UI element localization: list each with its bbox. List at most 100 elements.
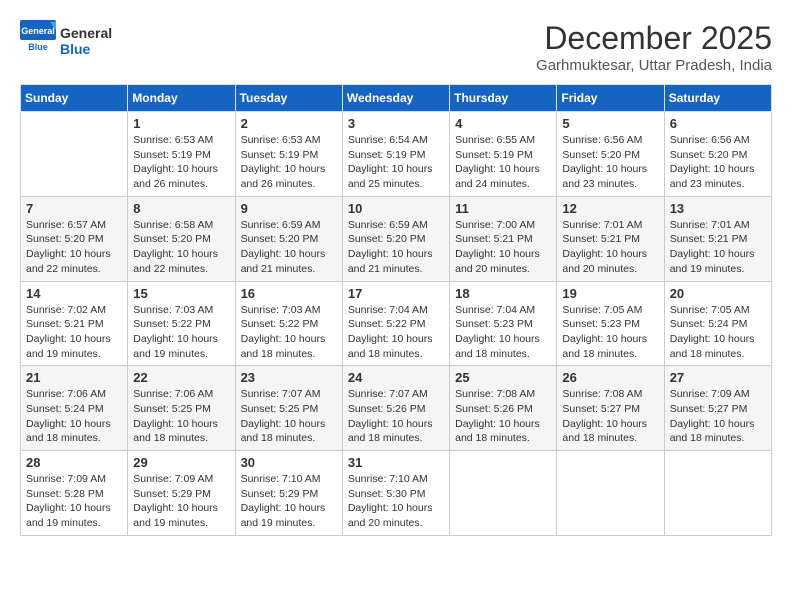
day-number: 6: [670, 116, 766, 131]
day-number: 27: [670, 370, 766, 385]
day-number: 3: [348, 116, 444, 131]
day-number: 22: [133, 370, 229, 385]
weekday-header-monday: Monday: [128, 85, 235, 112]
day-detail: Sunrise: 7:08 AM Sunset: 5:27 PM Dayligh…: [562, 387, 658, 446]
day-detail: Sunrise: 6:54 AM Sunset: 5:19 PM Dayligh…: [348, 133, 444, 192]
page-header: General Blue General Blue December 2025 …: [20, 20, 772, 74]
week-row-1: 1 Sunrise: 6:53 AM Sunset: 5:19 PM Daylig…: [21, 112, 772, 197]
day-number: 8: [133, 201, 229, 216]
day-detail: Sunrise: 6:57 AM Sunset: 5:20 PM Dayligh…: [26, 218, 122, 277]
day-number: 16: [241, 286, 337, 301]
day-detail: Sunrise: 7:01 AM Sunset: 5:21 PM Dayligh…: [562, 218, 658, 277]
day-number: 20: [670, 286, 766, 301]
calendar-cell: 2 Sunrise: 6:53 AM Sunset: 5:19 PM Daylig…: [235, 112, 342, 197]
day-number: 9: [241, 201, 337, 216]
calendar-cell: 26 Sunrise: 7:08 AM Sunset: 5:27 PM Dayli…: [557, 366, 664, 451]
calendar-cell: 25Sunrise: 7:08 AM Sunset: 5:26 PM Dayli…: [450, 366, 557, 451]
logo-general: General: [60, 25, 112, 41]
day-detail: Sunrise: 7:07 AM Sunset: 5:26 PM Dayligh…: [348, 387, 444, 446]
week-row-4: 21Sunrise: 7:06 AM Sunset: 5:24 PM Dayli…: [21, 366, 772, 451]
calendar-cell: 28Sunrise: 7:09 AM Sunset: 5:28 PM Dayli…: [21, 451, 128, 536]
day-detail: Sunrise: 7:06 AM Sunset: 5:25 PM Dayligh…: [133, 387, 229, 446]
day-detail: Sunrise: 7:03 AM Sunset: 5:22 PM Dayligh…: [241, 303, 337, 362]
calendar-table: SundayMondayTuesdayWednesdayThursdayFrid…: [20, 84, 772, 536]
calendar-cell: 29 Sunrise: 7:09 AM Sunset: 5:29 PM Dayli…: [128, 451, 235, 536]
day-number: 29: [133, 455, 229, 470]
day-number: 18: [455, 286, 551, 301]
day-detail: Sunrise: 6:53 AM Sunset: 5:19 PM Dayligh…: [241, 133, 337, 192]
calendar-cell: 21Sunrise: 7:06 AM Sunset: 5:24 PM Dayli…: [21, 366, 128, 451]
calendar-cell: [664, 451, 771, 536]
day-detail: Sunrise: 7:09 AM Sunset: 5:29 PM Dayligh…: [133, 472, 229, 531]
day-detail: Sunrise: 7:10 AM Sunset: 5:30 PM Dayligh…: [348, 472, 444, 531]
day-detail: Sunrise: 7:07 AM Sunset: 5:25 PM Dayligh…: [241, 387, 337, 446]
calendar-cell: 1 Sunrise: 6:53 AM Sunset: 5:19 PM Daylig…: [128, 112, 235, 197]
calendar-cell: 18 Sunrise: 7:04 AM Sunset: 5:23 PM Dayli…: [450, 281, 557, 366]
week-row-3: 14 Sunrise: 7:02 AM Sunset: 5:21 PM Dayli…: [21, 281, 772, 366]
calendar-cell: 30 Sunrise: 7:10 AM Sunset: 5:29 PM Dayli…: [235, 451, 342, 536]
location-subtitle: Garhmuktesar, Uttar Pradesh, India: [536, 57, 772, 74]
day-detail: Sunrise: 7:01 AM Sunset: 5:21 PM Dayligh…: [670, 218, 766, 277]
day-detail: Sunrise: 7:00 AM Sunset: 5:21 PM Dayligh…: [455, 218, 551, 277]
day-number: 15: [133, 286, 229, 301]
calendar-cell: 8Sunrise: 6:58 AM Sunset: 5:20 PM Daylig…: [128, 196, 235, 281]
logo-icon: General Blue: [20, 20, 56, 61]
day-number: 2: [241, 116, 337, 131]
calendar-cell: 5 Sunrise: 6:56 AM Sunset: 5:20 PM Daylig…: [557, 112, 664, 197]
calendar-cell: 20Sunrise: 7:05 AM Sunset: 5:24 PM Dayli…: [664, 281, 771, 366]
day-detail: Sunrise: 6:55 AM Sunset: 5:19 PM Dayligh…: [455, 133, 551, 192]
day-number: 5: [562, 116, 658, 131]
calendar-cell: 15 Sunrise: 7:03 AM Sunset: 5:22 PM Dayli…: [128, 281, 235, 366]
calendar-cell: [557, 451, 664, 536]
day-detail: Sunrise: 7:05 AM Sunset: 5:23 PM Dayligh…: [562, 303, 658, 362]
day-number: 7: [26, 201, 122, 216]
day-detail: Sunrise: 6:59 AM Sunset: 5:20 PM Dayligh…: [348, 218, 444, 277]
weekday-header-friday: Friday: [557, 85, 664, 112]
day-detail: Sunrise: 6:53 AM Sunset: 5:19 PM Dayligh…: [133, 133, 229, 192]
calendar-cell: 22 Sunrise: 7:06 AM Sunset: 5:25 PM Dayli…: [128, 366, 235, 451]
calendar-cell: 31Sunrise: 7:10 AM Sunset: 5:30 PM Dayli…: [342, 451, 449, 536]
calendar-cell: 10 Sunrise: 6:59 AM Sunset: 5:20 PM Dayli…: [342, 196, 449, 281]
calendar-cell: [21, 112, 128, 197]
weekday-header-thursday: Thursday: [450, 85, 557, 112]
day-number: 26: [562, 370, 658, 385]
week-row-2: 7 Sunrise: 6:57 AM Sunset: 5:20 PM Daylig…: [21, 196, 772, 281]
day-number: 1: [133, 116, 229, 131]
weekday-header-sunday: Sunday: [21, 85, 128, 112]
calendar-cell: 11Sunrise: 7:00 AM Sunset: 5:21 PM Dayli…: [450, 196, 557, 281]
day-number: 14: [26, 286, 122, 301]
calendar-cell: 17Sunrise: 7:04 AM Sunset: 5:22 PM Dayli…: [342, 281, 449, 366]
day-detail: Sunrise: 7:03 AM Sunset: 5:22 PM Dayligh…: [133, 303, 229, 362]
calendar-cell: 7 Sunrise: 6:57 AM Sunset: 5:20 PM Daylig…: [21, 196, 128, 281]
day-detail: Sunrise: 7:08 AM Sunset: 5:26 PM Dayligh…: [455, 387, 551, 446]
day-number: 30: [241, 455, 337, 470]
day-number: 12: [562, 201, 658, 216]
day-number: 19: [562, 286, 658, 301]
day-number: 17: [348, 286, 444, 301]
title-block: December 2025 Garhmuktesar, Uttar Prades…: [536, 20, 772, 74]
day-detail: Sunrise: 7:09 AM Sunset: 5:27 PM Dayligh…: [670, 387, 766, 446]
month-title: December 2025: [536, 20, 772, 57]
day-detail: Sunrise: 7:06 AM Sunset: 5:24 PM Dayligh…: [26, 387, 122, 446]
calendar-cell: 23Sunrise: 7:07 AM Sunset: 5:25 PM Dayli…: [235, 366, 342, 451]
svg-text:Blue: Blue: [28, 42, 48, 52]
day-detail: Sunrise: 7:10 AM Sunset: 5:29 PM Dayligh…: [241, 472, 337, 531]
weekday-header-tuesday: Tuesday: [235, 85, 342, 112]
logo-blue: Blue: [60, 41, 112, 57]
day-detail: Sunrise: 7:02 AM Sunset: 5:21 PM Dayligh…: [26, 303, 122, 362]
calendar-cell: 14 Sunrise: 7:02 AM Sunset: 5:21 PM Dayli…: [21, 281, 128, 366]
day-detail: Sunrise: 6:56 AM Sunset: 5:20 PM Dayligh…: [562, 133, 658, 192]
calendar-cell: 16 Sunrise: 7:03 AM Sunset: 5:22 PM Dayli…: [235, 281, 342, 366]
day-detail: Sunrise: 7:04 AM Sunset: 5:23 PM Dayligh…: [455, 303, 551, 362]
calendar-cell: 27 Sunrise: 7:09 AM Sunset: 5:27 PM Dayli…: [664, 366, 771, 451]
calendar-cell: 19 Sunrise: 7:05 AM Sunset: 5:23 PM Dayli…: [557, 281, 664, 366]
day-number: 10: [348, 201, 444, 216]
logo: General Blue General Blue: [20, 20, 112, 61]
calendar-cell: 3 Sunrise: 6:54 AM Sunset: 5:19 PM Daylig…: [342, 112, 449, 197]
day-number: 13: [670, 201, 766, 216]
day-detail: Sunrise: 6:59 AM Sunset: 5:20 PM Dayligh…: [241, 218, 337, 277]
calendar-cell: 4Sunrise: 6:55 AM Sunset: 5:19 PM Daylig…: [450, 112, 557, 197]
svg-text:General: General: [21, 26, 55, 36]
logo-text: General Blue: [60, 25, 112, 57]
calendar-cell: 9 Sunrise: 6:59 AM Sunset: 5:20 PM Daylig…: [235, 196, 342, 281]
